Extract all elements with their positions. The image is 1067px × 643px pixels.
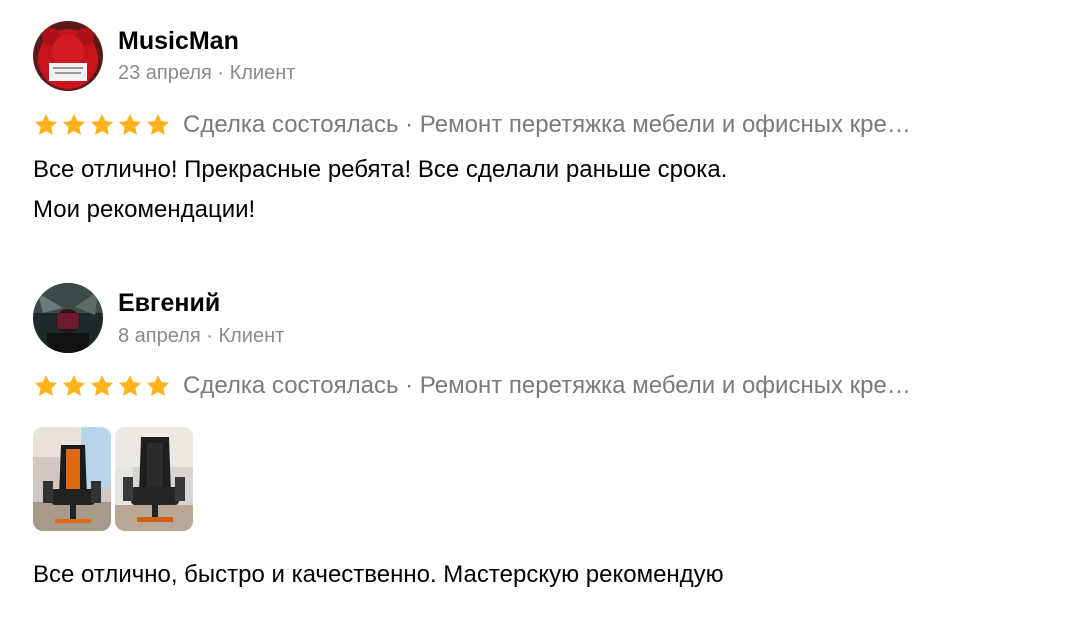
review-text-line: Все отлично! Прекрасные ребята! Все сдел… <box>33 156 728 183</box>
deal-status: Сделка состоялась · Ремонт перетяжка меб… <box>183 372 911 399</box>
star-icon <box>33 373 59 399</box>
star-icon <box>89 112 115 138</box>
review-text-line: Все отлично, быстро и качественно. Масте… <box>33 561 724 588</box>
deal-status: Сделка состоялась · Ремонт перетяжка меб… <box>183 111 911 138</box>
dark-portrait-icon <box>33 283 103 353</box>
review-meta: 23 апреля · Клиент <box>118 62 296 84</box>
author-name[interactable]: Евгений <box>118 288 220 318</box>
red-teddy-bear-icon <box>33 21 103 91</box>
gaming-chair-black-photo-icon[interactable] <box>115 427 193 531</box>
star-icon <box>33 112 59 138</box>
review-meta: 8 апреля · Клиент <box>118 325 285 347</box>
star-rating <box>33 112 171 138</box>
rating-line: Сделка состоялась · Ремонт перетяжка меб… <box>33 110 911 140</box>
review-text-line: Мои рекомендации! <box>33 196 256 223</box>
rating-line: Сделка состоялась · Ремонт перетяжка меб… <box>33 371 911 401</box>
author-avatar[interactable] <box>33 21 103 91</box>
review-photos <box>33 427 193 531</box>
star-icon <box>61 373 87 399</box>
star-icon <box>89 373 115 399</box>
star-rating <box>33 373 171 399</box>
gaming-chair-orange-photo-icon[interactable] <box>33 427 111 531</box>
author-avatar[interactable] <box>33 283 103 353</box>
star-icon <box>145 112 171 138</box>
star-icon <box>117 112 143 138</box>
star-icon <box>61 112 87 138</box>
author-name[interactable]: MusicMan <box>118 26 239 56</box>
star-icon <box>145 373 171 399</box>
star-icon <box>117 373 143 399</box>
